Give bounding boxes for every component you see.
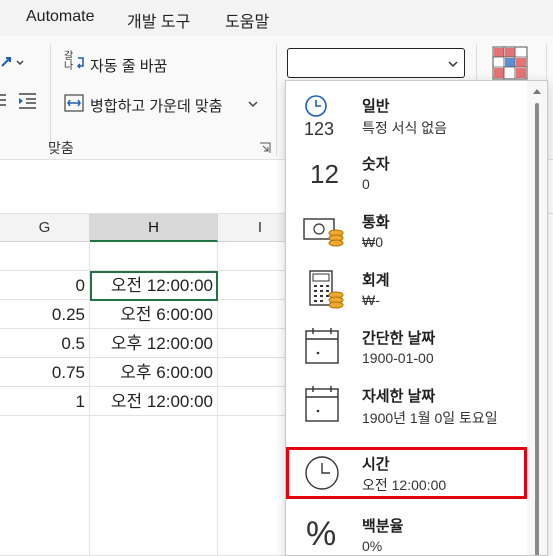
format-option-currency[interactable]: 통화 ₩0 <box>286 201 526 259</box>
format-option-long-date[interactable]: 자세한 날짜 1900년 1월 0일 토요일 <box>286 375 526 433</box>
format-name: 일반 <box>362 98 390 115</box>
conditional-formatting-icon[interactable] <box>492 46 528 80</box>
cell-g-empty[interactable] <box>0 416 90 556</box>
format-name: 간단한 날짜 <box>362 330 436 347</box>
chevron-down-icon[interactable] <box>248 100 258 108</box>
cell-g1[interactable] <box>0 242 90 271</box>
accounting-icon <box>300 267 348 311</box>
cell-h[interactable]: 오후 6:00:00 <box>90 358 218 387</box>
percent-icon-text: % <box>306 515 337 553</box>
format-name: 자세한 날짜 <box>362 388 436 405</box>
highlight-box <box>286 447 527 499</box>
percent-icon: % <box>300 513 348 555</box>
format-name: 숫자 <box>362 156 390 173</box>
scrollbar-thumb[interactable] <box>535 103 539 555</box>
wrap-arrow-icon <box>76 57 84 69</box>
menu-help[interactable]: 도움말 <box>225 8 269 32</box>
dialog-launcher-icon[interactable] <box>259 142 271 154</box>
format-example: ₩0 <box>362 234 383 250</box>
cell-h[interactable]: 오전 6:00:00 <box>90 300 218 329</box>
number-icon-text: 12 <box>310 159 339 189</box>
format-option-general[interactable]: 123 일반 특정 서식 없음 <box>286 85 526 143</box>
format-example: 특정 서식 없음 <box>362 120 448 136</box>
menu-developer[interactable]: 개발 도구 <box>127 8 190 32</box>
alignment-group-label: 맞춤 <box>48 140 74 156</box>
column-header-g[interactable]: G <box>0 214 90 242</box>
format-option-short-date[interactable]: 간단한 날짜 1900-01-00 <box>286 317 526 375</box>
format-name: 통화 <box>362 214 390 231</box>
cell-h[interactable]: 오후 12:00:00 <box>90 329 218 358</box>
format-option-percent[interactable]: % 백분율 0% <box>286 505 526 555</box>
indent-icons[interactable] <box>0 92 44 110</box>
number-format-combobox[interactable] <box>287 48 465 78</box>
number-12-icon: 12 <box>300 151 348 195</box>
scroll-up-icon[interactable] <box>532 87 542 95</box>
merge-icon <box>64 94 84 112</box>
format-example: 1900-01-00 <box>362 350 434 366</box>
cell-g[interactable]: 1 <box>0 387 90 416</box>
dropdown-scrollbar[interactable] <box>527 81 547 555</box>
format-name: 백분율 <box>362 518 404 535</box>
format-name: 회계 <box>362 272 390 289</box>
calendar-icon <box>300 383 348 427</box>
cell-g[interactable]: 0.5 <box>0 329 90 358</box>
cell-h-empty[interactable] <box>90 416 218 556</box>
number-format-dropdown: 123 일반 특정 서식 없음 12 숫자 0 통화 ₩0 회계 ₩- 간단한 … <box>285 80 548 556</box>
clock-123-icon: 123 <box>300 93 348 139</box>
format-example: 1900년 1월 0일 토요일 <box>362 410 498 426</box>
format-option-accounting[interactable]: 회계 ₩- <box>286 259 526 317</box>
active-cell-border <box>90 271 218 301</box>
chevron-down-icon <box>448 61 458 68</box>
cell-g[interactable]: 0 <box>0 271 90 300</box>
cell-g[interactable]: 0.25 <box>0 300 90 329</box>
cell-h[interactable]: 오전 12:00:00 <box>90 387 218 416</box>
wrap-text-label: 자동 줄 바꿈 <box>90 58 168 75</box>
merge-center-button[interactable]: 병합하고 가운데 맞춤 <box>62 92 262 116</box>
column-header-h[interactable]: H <box>90 214 218 242</box>
format-example: 0 <box>362 176 370 192</box>
format-example: 0% <box>362 538 383 554</box>
currency-icon <box>300 209 348 253</box>
wrap-text-button[interactable]: 갈나 자동 줄 바꿈 <box>62 52 182 76</box>
format-example: ₩- <box>362 292 380 308</box>
cell-g[interactable]: 0.75 <box>0 358 90 387</box>
calendar-icon <box>300 325 348 369</box>
orientation-icon[interactable] <box>0 54 26 70</box>
menu-bar: Automate 개발 도구 도움말 <box>0 0 553 36</box>
wrap-text-icon: 갈나 <box>64 51 74 72</box>
format-option-number[interactable]: 12 숫자 0 <box>286 143 526 201</box>
merge-center-label: 병합하고 가운데 맞춤 <box>90 98 223 115</box>
menu-automate[interactable]: Automate <box>26 8 94 26</box>
svg-text:123: 123 <box>304 119 334 137</box>
cell-h1[interactable] <box>90 242 218 271</box>
